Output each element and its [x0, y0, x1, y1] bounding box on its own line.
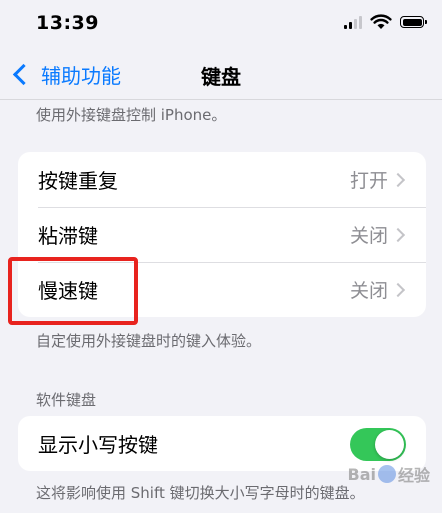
software-footnote: 这将影响使用 Shift 键切换大小写字母时的键盘。 — [36, 484, 365, 502]
section-header-software-keyboard: 软件键盘 — [36, 391, 97, 409]
top-footnote: 使用外接键盘控制 iPhone。 — [36, 106, 227, 124]
row-sticky-keys[interactable]: 粘滞键 关闭 — [18, 207, 426, 262]
row-label: 显示小写按键 — [38, 433, 158, 457]
chevron-right-icon — [390, 227, 406, 243]
baidu-watermark: Bai 经验 — [348, 462, 431, 486]
watermark-text-right: 经验 — [397, 466, 430, 485]
signal-icon — [344, 15, 362, 29]
nav-divider — [0, 99, 442, 100]
row-value: 打开 — [349, 170, 388, 192]
highlight-annotation — [8, 257, 138, 325]
chevron-right-icon — [390, 172, 406, 188]
chevron-right-icon — [390, 282, 406, 298]
row-key-repeat[interactable]: 按键重复 打开 — [18, 152, 426, 207]
toggle-knob — [375, 430, 404, 459]
navigation-bar: 辅助功能 键盘 — [0, 50, 442, 100]
status-time: 13:39 — [36, 12, 99, 34]
row-label: 粘滞键 — [38, 224, 98, 248]
row-value: 关闭 — [349, 225, 388, 247]
row-value: 关闭 — [349, 280, 388, 302]
lowercase-keys-toggle[interactable] — [350, 428, 406, 461]
paw-icon — [377, 465, 396, 483]
status-icons — [344, 14, 427, 30]
page-title: 键盘 — [201, 65, 241, 89]
battery-icon — [400, 16, 427, 28]
row-label: 按键重复 — [38, 169, 118, 193]
watermark-text-left: Bai — [347, 464, 376, 484]
status-bar: 13:39 — [0, 0, 442, 48]
wifi-icon — [370, 14, 392, 29]
hardware-footnote: 自定使用外接键盘时的键入体验。 — [36, 332, 262, 350]
